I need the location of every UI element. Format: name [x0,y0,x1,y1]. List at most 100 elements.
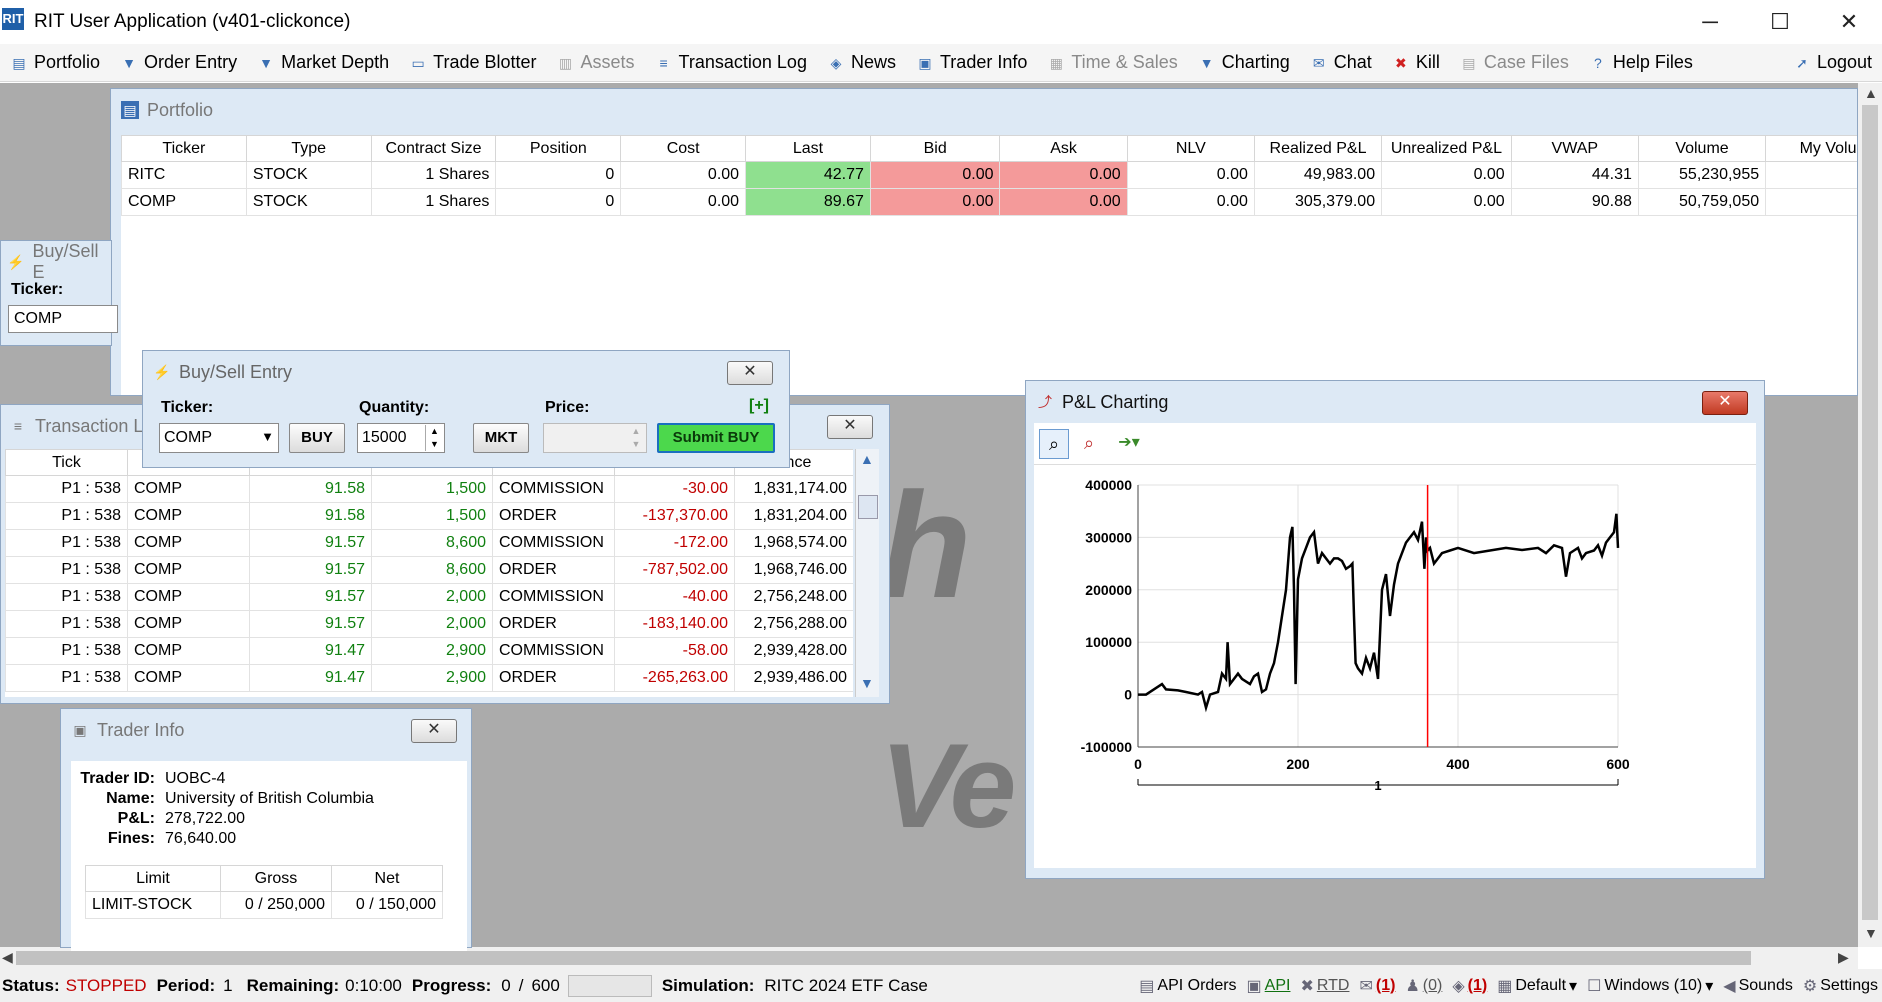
scroll-up-icon[interactable]: ▲ [860,451,874,467]
status-item-api[interactable]: ▣ API [1247,976,1291,996]
column-header: Net [330,865,444,892]
menu-item-news[interactable]: ◈ News [817,45,906,81]
menu-item-time-and-sales[interactable]: ▦ Time & Sales [1037,45,1187,81]
column-header[interactable]: Cost [620,135,747,162]
menu-item-kill[interactable]: ✖ Kill [1382,45,1450,81]
table-row[interactable]: P1 : 538 COMP 91.57 2,000 COMMISSION -40.00 2,… [5,583,853,611]
menu-item-case-files[interactable]: ▤ Case Files [1450,45,1579,81]
trader-info-window[interactable]: ▣ Trader Info ✕ Trader ID: UOBC-4 Name: Univ… [60,708,472,951]
vertical-scrollbar[interactable]: ▲ ▼ [1858,83,1882,947]
menu-item-logout[interactable]: ➚ Logout [1783,45,1882,81]
column-header[interactable]: Bid [869,135,1001,162]
maximize-button[interactable]: ☐ [1745,0,1815,44]
export-icon[interactable]: ➔▾ [1110,429,1148,459]
minimize-button[interactable]: ─ [1675,0,1745,44]
scroll-thumb[interactable] [858,495,878,519]
column-header[interactable]: Ask [999,135,1128,162]
zoom-out-icon[interactable]: ⌕ [1074,429,1104,459]
scroll-thumb[interactable] [16,951,1751,965]
table-row[interactable]: P1 : 538 COMP 91.58 1,500 COMMISSION -30.00 1,… [5,475,853,503]
trade-blotter-icon: ▭ [411,54,425,71]
column-header[interactable]: Position [495,135,622,162]
expand-link[interactable]: [+] [749,397,769,415]
close-button[interactable]: ✕ [1702,391,1748,415]
column-header[interactable]: VWAP [1510,135,1639,162]
close-button[interactable]: ✕ [1814,0,1882,44]
cell: 91.57 [249,556,372,584]
table-row[interactable]: P1 : 538 COMP 91.47 2,900 ORDER -265,263.00 2,… [5,664,853,692]
window-title: Buy/Sell Entry [179,361,293,382]
quantity-input[interactable]: 15000 ▲ ▼ [357,423,445,453]
column-header[interactable]: My Volu [1765,135,1857,162]
menu-item-portfolio[interactable]: ▤ Portfolio [0,45,110,81]
quantity-stepper[interactable]: ▲ ▼ [425,425,443,451]
status-item-api-orders[interactable]: ▤ API Orders [1139,976,1236,996]
pl-charting-window[interactable]: ⤴ P&L Charting ✕ ⌕ ⌕ ➔▾ -100000 0 100000 200… [1025,380,1765,879]
cell: STOCK [245,188,372,216]
status-item-default[interactable]: ▦ Default ▾ [1497,976,1577,996]
cell: P1 : 538 [5,529,128,557]
column-header[interactable]: Unrealized P&L [1381,135,1512,162]
status-item-0[interactable]: ♟ (0) [1405,976,1442,996]
column-header[interactable]: Contract Size [370,135,497,162]
zoom-in-icon[interactable]: ⌕ [1039,429,1069,459]
ticker-select[interactable]: COMP ▼ [159,423,279,453]
buysell-entry-window[interactable]: ⚡ Buy/Sell Entry ✕ Ticker: Quantity: Pric… [142,350,790,468]
close-button[interactable]: ✕ [727,361,773,385]
status-7-icon: ☐ [1587,977,1602,995]
status-item-windows-10[interactable]: ☐ Windows (10) ▾ [1587,976,1713,996]
column-header[interactable]: Last [745,135,871,162]
menu-item-order-entry[interactable]: ▼ Order Entry [110,45,247,81]
ticker-select[interactable]: COMP [8,305,118,333]
menu-item-trader-info[interactable]: ▣ Trader Info [906,45,1037,81]
transaction-scrollbar[interactable]: ▲ ▼ [855,449,879,697]
table-row[interactable]: P1 : 538 COMP 91.57 8,600 ORDER -787,502.00 1,… [5,556,853,584]
column-header[interactable]: Type [245,135,372,162]
menu-item-chat[interactable]: ✉ Chat [1300,45,1382,81]
transaction-table: Tick ance P1 : 538 COMP 91.58 1,500 COMMISSION… [5,449,853,692]
status-item-1[interactable]: ✉ (1) [1359,976,1395,996]
status-3-icon: ✉ [1359,977,1373,995]
menu-item-trade-blotter[interactable]: ▭ Trade Blotter [399,45,546,81]
column-header[interactable]: Realized P&L [1253,135,1383,162]
scroll-thumb[interactable] [1862,105,1878,920]
table-row[interactable]: P1 : 538 COMP 91.57 8,600 COMMISSION -172.00 1… [5,529,853,557]
table-row[interactable]: P1 : 538 COMP 91.47 2,900 COMMISSION -58.00 2,… [5,637,853,665]
trader-info-icon: ▣ [918,54,932,71]
status-right-items: ▤ API Orders ▣ API ✖ RTD ✉ (1) ♟ (0) ◈ (1) ▦ Default ▾… [1139,976,1882,996]
price-stepper[interactable]: ▲ ▼ [627,425,645,451]
column-header[interactable]: Ticker [121,135,247,162]
column-header: Limit [85,865,221,892]
submit-buy-button[interactable]: Submit BUY [657,423,775,453]
column-header[interactable]: Volume [1637,135,1767,162]
scroll-right-icon[interactable]: ▶ [1838,949,1849,966]
scroll-left-icon[interactable]: ◀ [2,949,13,966]
price-input[interactable]: ▲ ▼ [543,423,647,453]
column-header[interactable]: NLV [1126,135,1255,162]
ticker-label: Ticker: [11,281,64,298]
scroll-down-icon[interactable]: ▼ [1864,925,1878,941]
scroll-up-icon[interactable]: ▲ [1864,85,1878,101]
status-item-rtd[interactable]: ✖ RTD [1300,976,1349,996]
scroll-down-icon[interactable]: ▼ [860,675,874,691]
portfolio-table: Ticker Type Contract Size Position Cost Last B… [121,135,1857,216]
table-row[interactable]: COMP STOCK 1 Shares 0 0.00 89.67 0.00 0.00 0.00 3… [121,188,1857,216]
status-item-1[interactable]: ◈ (1) [1452,976,1487,996]
table-row[interactable]: P1 : 538 COMP 91.57 2,000 ORDER -183,140.00 2,… [5,610,853,638]
table-row: LIMIT-STOCK 0 / 250,000 0 / 150,000 [85,891,444,919]
status-item-sounds[interactable]: ◀ Sounds [1723,976,1793,996]
column-header[interactable]: Tick [5,449,128,476]
close-button[interactable]: ✕ [827,415,873,439]
status-item-settings[interactable]: ⚙ Settings [1803,976,1878,996]
menu-item-market-depth[interactable]: ▼ Market Depth [247,45,399,81]
market-order-button[interactable]: MKT [473,423,529,453]
buysell-entry-window-back[interactable]: ⚡ Buy/Sell E Ticker: COMP [0,240,118,346]
table-row[interactable]: P1 : 538 COMP 91.58 1,500 ORDER -137,370.00 1,… [5,502,853,530]
buy-toggle-button[interactable]: BUY [289,423,345,453]
menu-item-help-files[interactable]: ? Help Files [1579,45,1703,81]
menu-item-assets[interactable]: ▥ Assets [547,45,645,81]
table-row[interactable]: RITC STOCK 1 Shares 0 0.00 42.77 0.00 0.00 0.00 4… [121,161,1857,189]
menu-item-transaction-log[interactable]: ≡ Transaction Log [645,45,817,81]
close-button[interactable]: ✕ [411,719,457,743]
menu-item-charting[interactable]: ▼ Charting [1188,45,1300,81]
